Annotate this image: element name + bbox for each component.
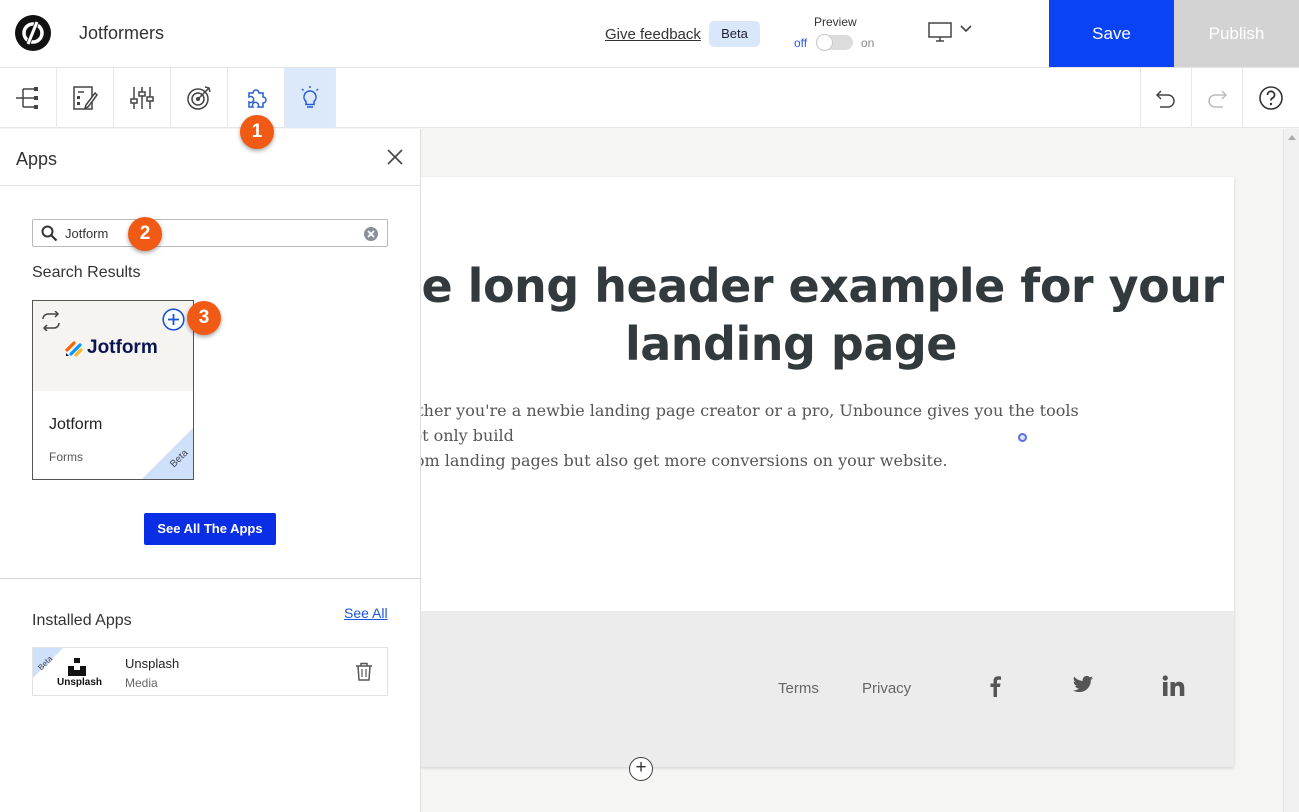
- settings-sliders-icon: [130, 87, 154, 109]
- twitter-icon[interactable]: [1072, 675, 1094, 700]
- top-bar: Jotformers Give feedback Beta Preview of…: [0, 0, 1299, 68]
- smart-tips-bulb-icon: [301, 86, 319, 108]
- see-all-link[interactable]: See All: [344, 605, 388, 621]
- project-name[interactable]: Jotformers: [79, 23, 164, 44]
- tool-style-guide[interactable]: [57, 68, 114, 128]
- redo-icon: [1208, 90, 1228, 108]
- element-anchor-handle[interactable]: [1018, 433, 1027, 442]
- save-button[interactable]: Save: [1049, 0, 1174, 67]
- page-structure-icon: [16, 87, 38, 109]
- app-name: Jotform: [49, 416, 103, 433]
- page-headline[interactable]: The long header example for your landing…: [421, 257, 1234, 373]
- undo-icon: [1155, 90, 1175, 108]
- apps-search-field[interactable]: [32, 219, 388, 247]
- search-input[interactable]: [65, 223, 355, 243]
- jotform-logo-text: Jotform: [87, 337, 158, 358]
- installed-app-category: Media: [125, 676, 158, 690]
- step-marker-1: 1: [240, 115, 274, 149]
- canvas-scrollbar[interactable]: [1283, 129, 1299, 812]
- close-panel-button[interactable]: [386, 148, 404, 171]
- facebook-icon[interactable]: [988, 675, 1002, 702]
- help-icon: [1259, 86, 1283, 110]
- add-app-icon[interactable]: [162, 308, 185, 336]
- jotform-logo: Jotform: [65, 337, 158, 359]
- undo-button[interactable]: [1140, 68, 1191, 128]
- app-category: Forms: [49, 450, 83, 464]
- give-feedback-link[interactable]: Give feedback: [605, 26, 701, 43]
- unsplash-logo-icon: [68, 658, 86, 676]
- preview-label: Preview: [814, 15, 857, 29]
- style-guide-icon: [73, 86, 98, 110]
- preview-on-label: on: [861, 36, 875, 50]
- close-icon: [387, 149, 403, 165]
- preview-off-label: off: [794, 36, 808, 50]
- apps-panel: Apps Search Results: [0, 129, 421, 812]
- footer-link-privacy[interactable]: Privacy: [862, 680, 911, 697]
- editor-toolbar: [0, 68, 1299, 128]
- installed-apps-heading: Installed Apps: [32, 612, 132, 629]
- panel-title: Apps: [16, 149, 58, 169]
- page-subtext[interactable]: Whether you're a newbie landing page cre…: [421, 398, 1081, 473]
- add-section-button[interactable]: +: [629, 757, 653, 781]
- goals-target-icon: [187, 86, 211, 110]
- step-marker-3: 3: [187, 301, 221, 335]
- search-results-heading: Search Results: [32, 264, 141, 281]
- tool-smart-tips[interactable]: [285, 68, 336, 128]
- tool-settings[interactable]: [114, 68, 171, 128]
- preview-toggle-knob[interactable]: [816, 34, 833, 51]
- page-footer[interactable]: Terms Privacy: [421, 611, 1234, 767]
- trash-icon[interactable]: [355, 662, 373, 687]
- swap-arrows-icon[interactable]: [40, 310, 62, 336]
- redo-button[interactable]: [1191, 68, 1242, 128]
- clear-search-icon[interactable]: [363, 226, 379, 247]
- apps-puzzle-icon: [248, 89, 267, 108]
- landing-page-canvas[interactable]: The long header example for your landing…: [421, 177, 1234, 767]
- see-all-apps-button[interactable]: See All The Apps: [144, 513, 276, 545]
- app-card-jotform[interactable]: Jotform Jotform Forms Beta: [32, 300, 194, 480]
- beta-badge: Beta: [709, 21, 760, 47]
- device-selector[interactable]: [928, 22, 976, 49]
- step-marker-2: 2: [128, 217, 162, 251]
- tool-goals[interactable]: [171, 68, 228, 128]
- tool-page-structure[interactable]: [0, 68, 57, 128]
- publish-button[interactable]: Publish: [1174, 0, 1299, 67]
- search-icon: [41, 225, 58, 247]
- jotform-mark-icon: [65, 341, 83, 357]
- help-button[interactable]: [1242, 68, 1299, 128]
- linkedin-icon[interactable]: [1162, 675, 1186, 702]
- installed-app-name: Unsplash: [125, 656, 180, 671]
- scroll-up-arrow[interactable]: [1288, 135, 1296, 140]
- beta-ribbon: Beta: [142, 428, 193, 479]
- footer-link-terms[interactable]: Terms: [778, 680, 819, 697]
- unbounce-logo[interactable]: [15, 15, 51, 51]
- installed-app-unsplash[interactable]: Beta Unsplash Unsplash Media: [32, 647, 388, 696]
- divider: [0, 185, 420, 186]
- divider: [0, 578, 420, 579]
- desktop-monitor-icon: [928, 22, 972, 42]
- unsplash-logo-text: Unsplash: [57, 677, 103, 688]
